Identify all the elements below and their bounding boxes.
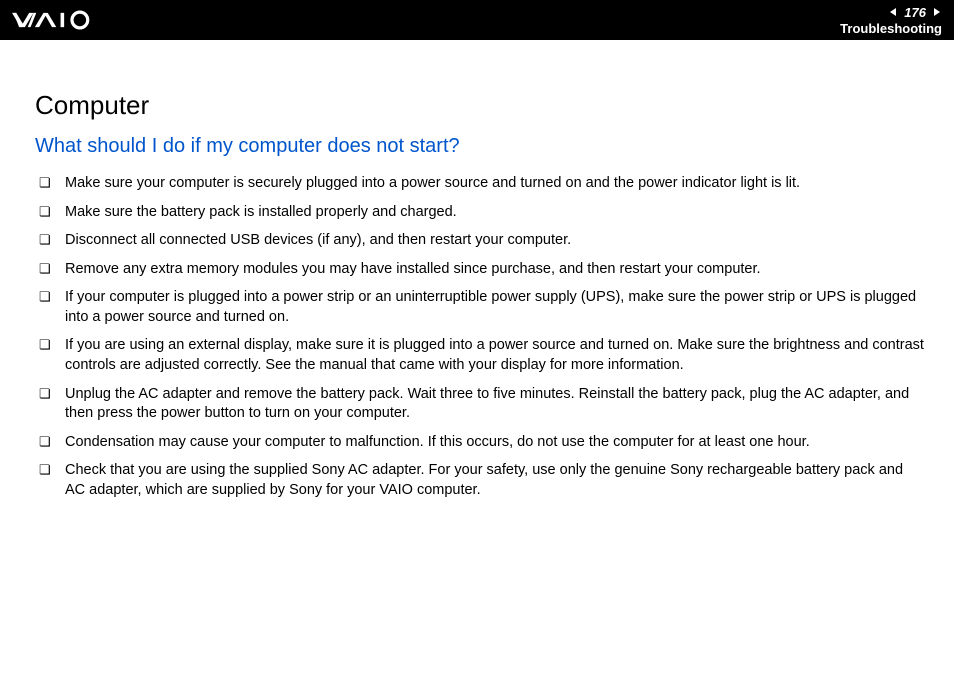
next-page-arrow[interactable] <box>932 5 942 20</box>
list-item: Condensation may cause your computer to … <box>35 433 924 453</box>
list-item: Make sure your computer is securely plug… <box>35 174 924 194</box>
list-item: If you are using an external display, ma… <box>35 336 924 375</box>
question-heading: What should I do if my computer does not… <box>35 135 924 158</box>
list-item: Unplug the AC adapter and remove the bat… <box>35 385 924 424</box>
page-number: 176 <box>904 5 926 20</box>
prev-page-arrow[interactable] <box>888 5 898 20</box>
troubleshooting-list: Make sure your computer is securely plug… <box>35 174 924 500</box>
vaio-logo <box>12 10 112 30</box>
page-title: Computer <box>35 90 924 121</box>
section-label: Troubleshooting <box>840 21 942 36</box>
header-bar: 176 Troubleshooting <box>0 0 954 40</box>
list-item: Check that you are using the supplied So… <box>35 461 924 500</box>
list-item: Make sure the battery pack is installed … <box>35 203 924 223</box>
page-navigation: 176 <box>888 5 942 20</box>
header-right: 176 Troubleshooting <box>840 5 942 36</box>
list-item: Disconnect all connected USB devices (if… <box>35 231 924 251</box>
list-item: Remove any extra memory modules you may … <box>35 260 924 280</box>
content-area: Computer What should I do if my computer… <box>0 40 954 529</box>
list-item: If your computer is plugged into a power… <box>35 288 924 327</box>
